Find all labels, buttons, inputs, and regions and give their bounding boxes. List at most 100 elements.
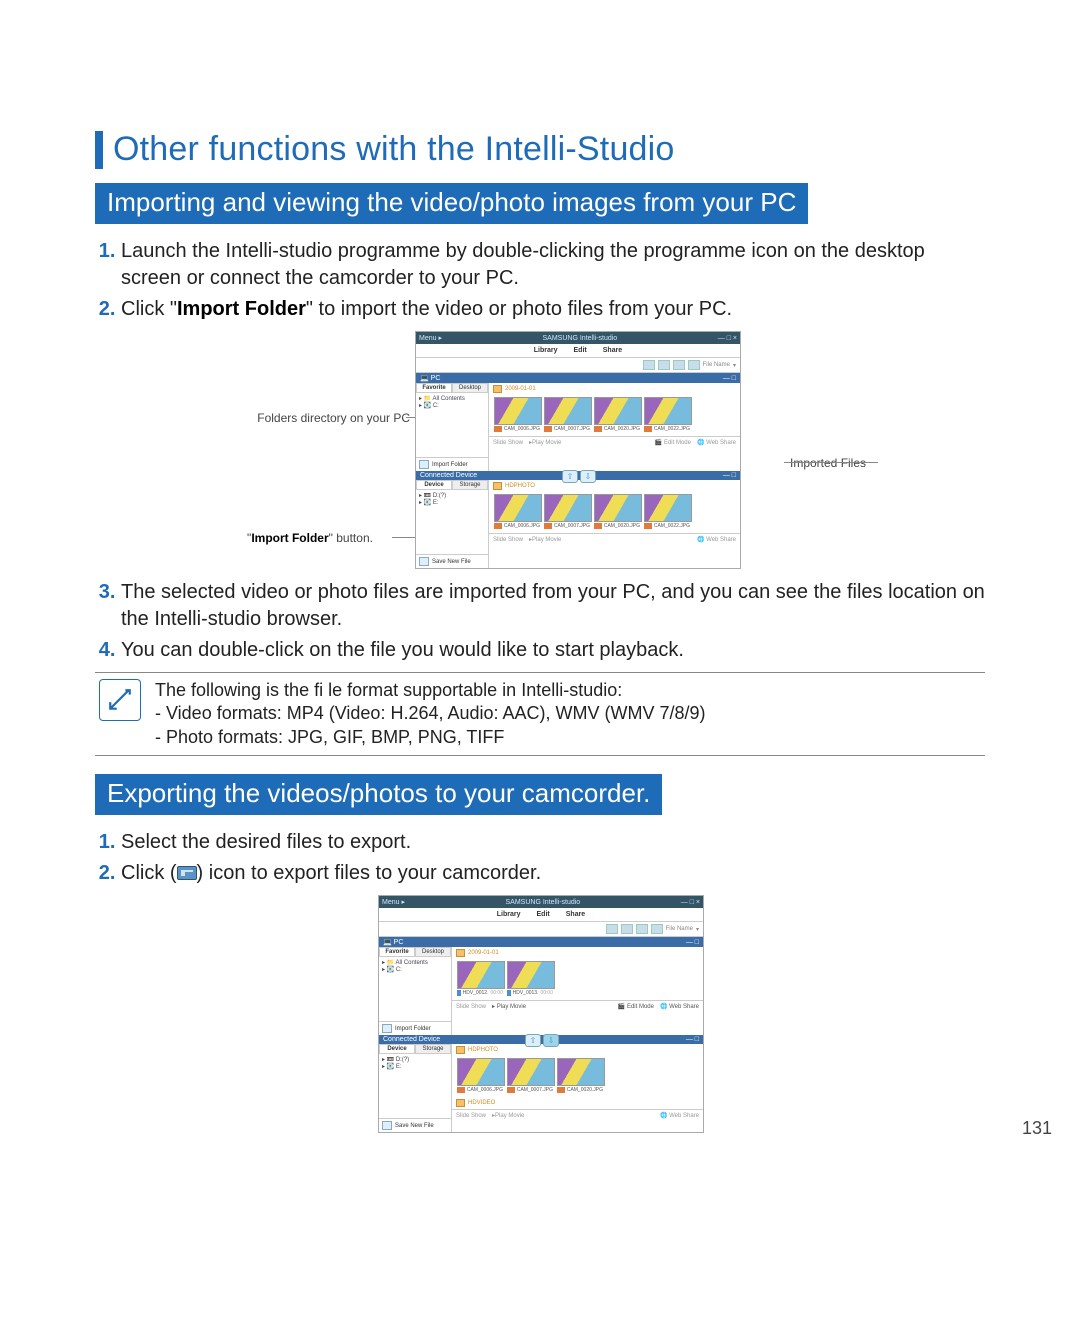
transfer-up-icon: ⇧ [562,470,578,483]
video-tag-icon [457,990,461,996]
section-heading-export: Exporting the videos/photos to your camc… [95,774,662,815]
pc-panel: FavoriteDesktop ▸ 📁 All Contents ▸ 💽 C: … [379,947,703,1035]
step-4: You can double-click on the file you wou… [121,637,985,664]
tab-edit: Edit [537,911,550,918]
pc-action-bar: Slide Show▸Play Movie 🎬 Edit Mode🌐 Web S… [489,436,740,448]
device-panel: DeviceStorage ▸ 📼 D:(?) ▸ 💽 E: Save New … [379,1044,703,1132]
pc-action-bar: Slide Show▸ Play Movie 🎬 Edit Mode🌐 Web … [452,1000,703,1012]
import-folder-button: Import Folder [379,1021,451,1035]
thumb: CAM_0007.JPG [544,397,590,432]
device-browser: HDPHOTO CAM_0006.JPG CAM_0007.JPG CAM_00… [452,1044,703,1132]
device-action-bar: Slide Show▸Play Movie 🌐 Web Share [452,1109,703,1121]
pc-browser: 2009-01-01 HDV_0012.00:00 HDV_0013.00:00… [452,947,703,1035]
app-brand: SAMSUNG Intelli-studio [506,899,581,906]
thumb: CAM_0020.JPG [557,1058,603,1093]
toolbar-icon [606,924,618,934]
pc-browser: 2009-01-01 CAM_0006.JPG CAM_0007.JPG CAM… [489,383,740,471]
connected-device-band: Connected Device ⇧ ⇩ — □ [379,1035,703,1044]
toolbar-icon [688,360,700,370]
export-icon [177,866,197,880]
app-titlebar: Menu ▸ SAMSUNG Intelli-studio — □ × [379,896,703,908]
intelli-studio-window: Menu ▸ SAMSUNG Intelli-studio — □ × Libr… [378,895,704,1133]
device-browser: HDPHOTO CAM_0006.JPG CAM_0007.JPG CAM_00… [489,480,740,568]
import-steps-3-4: The selected video or photo files are im… [95,579,985,664]
device-action-bar: Slide Show▸Play Movie 🌐 Web Share [489,533,740,545]
thumb-image [494,397,542,425]
folder-icon [456,1046,465,1054]
thumb: CAM_0006.JPG [457,1058,503,1093]
tab-library: Library [497,911,521,918]
connected-device-band: Connected Device ⇧ ⇩ — □ [416,471,740,480]
tab-edit: Edit [574,347,587,354]
callout-line [784,462,878,463]
pc-section-band: 💻 PC — □ [379,937,703,947]
intelli-studio-window: Menu ▸ SAMSUNG Intelli-studio — □ × Libr… [415,331,741,569]
folder-breadcrumb: 2009-01-01 [489,383,740,395]
thumb-image [457,961,505,989]
pc-sidebar: FavoriteDesktop ▸ 📁 All Contents ▸ 💽 C: … [379,947,452,1035]
photo-tag-icon [507,1087,515,1093]
toolbar-icon [651,924,663,934]
step-2: Click "Import Folder" to import the vide… [121,296,985,323]
thumb: HDV_0013.00:00 [507,961,553,996]
app-mode-tabs: Library Edit Share [416,344,740,358]
tab-share: Share [566,911,585,918]
save-icon [382,1121,392,1130]
callout-import-button: "Import Folder" button. [220,531,400,545]
app-menu: Menu ▸ [419,334,442,342]
device-tree: ▸ 📼 D:(?) ▸ 💽 E: [416,490,488,554]
note-box: The following is the fi le format suppor… [95,672,985,756]
toolbar-label: File Name [666,926,693,932]
pc-sidebar-tabs: Favorite Desktop [416,383,488,393]
page-title-row: Other functions with the Intelli-Studio [95,130,985,169]
tab-favorite: Favorite [416,383,452,393]
pc-sidebar: Favorite Desktop ▸ 📁 All Contents ▸ 💽 C:… [416,383,489,471]
app-toolbar: File Name ▾ [379,922,703,937]
toolbar-icon [636,924,648,934]
photo-tag-icon [557,1087,565,1093]
thumb-image [457,1058,505,1086]
toolbar-label: File Name [703,362,730,368]
window-buttons: — □ × [718,335,737,342]
manual-page: Other functions with the Intelli-Studio … [0,0,1080,1329]
thumb-image [494,494,542,522]
callout-imported-files: Imported Files [790,456,880,470]
step-1: Launch the Intelli-studio programme by d… [121,238,985,292]
import-folder-icon [419,460,429,469]
device-panel: Device Storage ▸ 📼 D:(?) ▸ 💽 E: Save New… [416,480,740,568]
pc-label: 💻 PC [420,374,440,382]
tab-storage: Storage [452,480,488,490]
folder-icon [493,385,502,393]
import-folder-button: Import Folder [416,457,488,471]
thumb: CAM_0006.JPG [494,397,540,432]
thumb: CAM_0022.JPG [644,494,690,529]
folder-breadcrumb: HDPHOTO [489,480,740,492]
thumb-image [557,1058,605,1086]
thumb: CAM_0022.JPG [644,397,690,432]
transfer-down-icon: ⇩ [543,1034,559,1047]
save-new-file-button: Save New File [379,1118,451,1132]
device-sidebar: Device Storage ▸ 📼 D:(?) ▸ 💽 E: Save New… [416,480,489,568]
folder-icon [456,1099,465,1107]
dropdown-icon: ▾ [696,926,699,933]
thumb: CAM_0007.JPG [507,1058,553,1093]
tab-share: Share [603,347,622,354]
callout-line [392,537,416,538]
dropdown-icon: ▾ [733,362,736,369]
tab-device: Device [416,480,452,490]
pc-thumbnails: CAM_0006.JPG CAM_0007.JPG CAM_0020.JPG C… [489,395,740,436]
app-titlebar: Menu ▸ SAMSUNG Intelli-studio — □ × [416,332,740,344]
figure-export: Menu ▸ SAMSUNG Intelli-studio — □ × Libr… [378,895,702,1133]
note-text: The following is the fi le format suppor… [155,679,706,749]
band-buttons: — □ [723,375,736,382]
import-steps-1-2: Launch the Intelli-studio programme by d… [95,238,985,323]
app-brand: SAMSUNG Intelli-studio [543,335,618,342]
thumb-image [544,494,592,522]
app-toolbar: File Name ▾ [416,358,740,373]
device-thumbnails: CAM_0006.JPG CAM_0007.JPG CAM_0020.JPG [452,1056,703,1097]
photo-tag-icon [494,426,502,432]
save-new-file-button: Save New File [416,554,488,568]
photo-tag-icon [544,523,552,529]
transfer-down-icon: ⇩ [580,470,596,483]
tab-library: Library [534,347,558,354]
